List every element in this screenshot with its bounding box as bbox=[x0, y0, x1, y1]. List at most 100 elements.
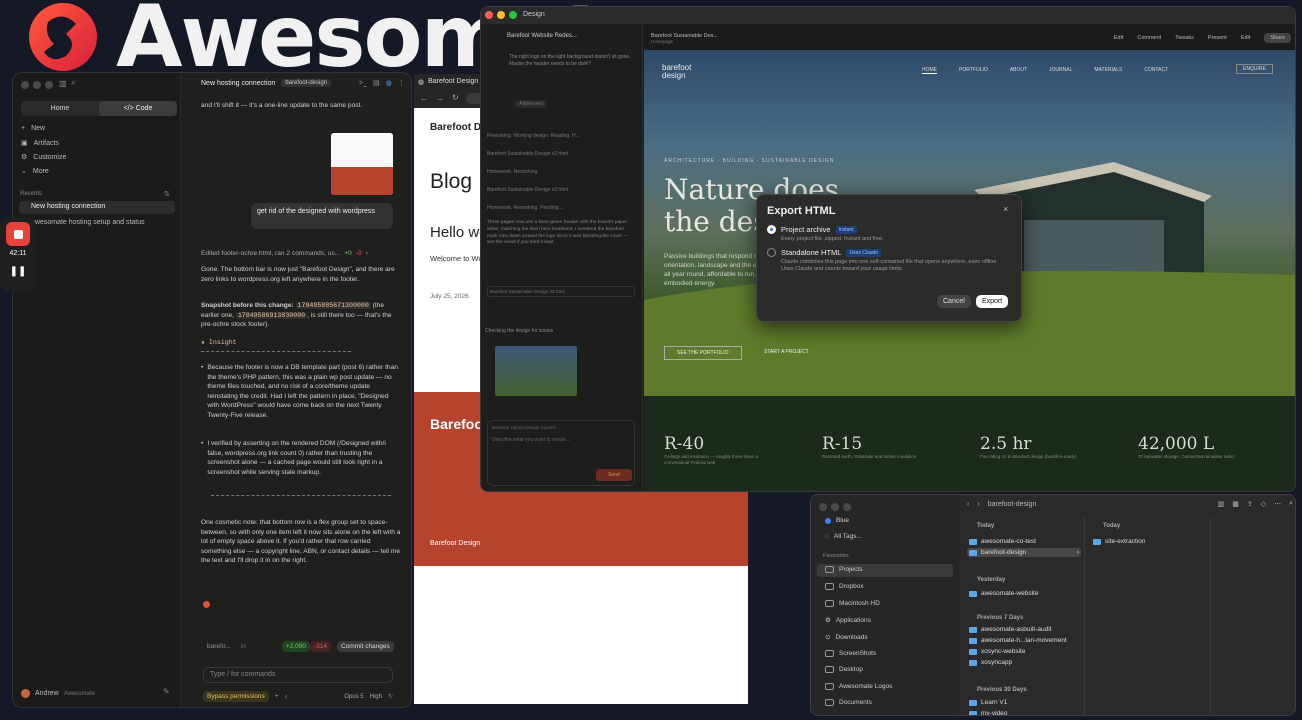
share-icon[interactable]: ⇪ bbox=[1247, 500, 1253, 508]
account-menu[interactable]: Andrew Awesomate bbox=[21, 689, 95, 698]
nav-about[interactable]: ABOUT bbox=[1010, 67, 1027, 74]
panel-icon[interactable]: ▤ bbox=[373, 79, 380, 87]
segment-code[interactable]: </> Code bbox=[99, 101, 177, 116]
nav-customize[interactable]: ⚙ Customize bbox=[21, 153, 66, 162]
view-columns-icon[interactable]: ▥ bbox=[1218, 500, 1225, 508]
nav-home[interactable]: HOME bbox=[922, 67, 937, 74]
folder-item[interactable]: xosync-website bbox=[967, 647, 1081, 656]
activity-item[interactable]: Homework. Reworking. Pending... bbox=[487, 199, 635, 217]
sidebar-file[interactable]: Barefoot Sustainable Design 02.html bbox=[487, 286, 635, 297]
sidebar-item-applications[interactable]: ⚙ Applications bbox=[825, 616, 871, 625]
export-button[interactable]: Export bbox=[976, 295, 1009, 308]
project-name[interactable]: Barefoot Website Redes... bbox=[507, 33, 577, 39]
option-archive[interactable]: Project archive Instant bbox=[781, 225, 857, 234]
stop-recording-button[interactable] bbox=[6, 222, 30, 246]
browser-tab[interactable]: ◍ Barefoot Design bbox=[418, 78, 478, 86]
share-button[interactable]: Share bbox=[1264, 33, 1291, 43]
sidebar-tag-blue[interactable]: Blue bbox=[825, 517, 849, 524]
start-project-link[interactable]: START A PROJECT bbox=[764, 349, 809, 355]
bypass-permissions-badge[interactable]: Bypass permissions bbox=[203, 691, 269, 702]
sidebar-item-screenshots[interactable]: ScreenShots bbox=[825, 650, 876, 657]
hero-brand-logo[interactable]: barefoot design bbox=[662, 64, 712, 80]
design-prompt-box[interactable]: Barefoot Hybrid Design System Describe w… bbox=[487, 420, 635, 486]
activity-item[interactable]: Reworking. Working design. Reading. H... bbox=[487, 127, 635, 145]
minimize-window-button[interactable] bbox=[831, 503, 839, 511]
activity-item[interactable]: Barefoot Sustainable Design v2.html bbox=[487, 181, 635, 199]
toolbar-comment[interactable]: Comment bbox=[1137, 35, 1161, 41]
back-icon[interactable]: ← bbox=[420, 94, 428, 103]
sidebar-all-tags[interactable]: ◌ All Tags... bbox=[825, 533, 862, 540]
zoom-window-button[interactable] bbox=[843, 503, 851, 511]
minimize-window-button[interactable] bbox=[33, 81, 41, 89]
folder-item[interactable]: awesomate-asbuilt-audit bbox=[967, 625, 1081, 634]
activity-item[interactable]: Barefoot Sustainable Design v2.html bbox=[487, 145, 635, 163]
sidebar-item-projects[interactable]: Projects bbox=[825, 566, 862, 573]
search-icon[interactable]: ⌕ bbox=[1289, 500, 1293, 508]
folder-item[interactable]: my-video bbox=[967, 709, 1081, 715]
nav-contact[interactable]: CONTACT bbox=[1144, 67, 1168, 74]
zoom-window-button[interactable] bbox=[45, 81, 53, 89]
project-archive-radio[interactable] bbox=[767, 225, 776, 234]
preview-thumbnail[interactable] bbox=[495, 346, 577, 396]
zoom-window-button[interactable] bbox=[509, 11, 517, 19]
segment-home[interactable]: Home bbox=[21, 101, 99, 116]
design-send-button[interactable]: Send bbox=[596, 469, 632, 481]
search-icon[interactable]: ⌕ bbox=[71, 78, 75, 88]
toolbar-present[interactable]: Present bbox=[1208, 35, 1227, 41]
sidebar-item-downloads[interactable]: ⊙ Downloads bbox=[825, 633, 868, 642]
folder-item[interactable]: xosyncapp bbox=[967, 658, 1081, 667]
pause-icon[interactable]: ❚❚ bbox=[0, 266, 36, 277]
toolbar-tweaks[interactable]: Tweaks bbox=[1175, 35, 1194, 41]
toolbar-edit[interactable]: Edit bbox=[1114, 35, 1123, 41]
tool-summary[interactable]: Edited footer-ochre.html, ran 2 commands… bbox=[201, 249, 368, 259]
globe-icon[interactable]: ◍ bbox=[386, 79, 392, 87]
nav-more[interactable]: ⌄ More bbox=[21, 167, 49, 176]
more-icon[interactable]: ⋯ bbox=[1274, 500, 1281, 508]
option-standalone[interactable]: Standalone HTML Uses Claude bbox=[781, 248, 882, 257]
standalone-html-radio[interactable] bbox=[767, 248, 776, 257]
page-title-block[interactable]: Barefoot Sustainable Des... Homepage bbox=[651, 33, 718, 44]
close-window-button[interactable] bbox=[21, 81, 29, 89]
microphone-icon[interactable]: ♪ bbox=[284, 694, 287, 700]
sidebar-item-macintosh-hd[interactable]: Macintosh HD bbox=[825, 600, 880, 607]
reload-icon[interactable]: ↻ bbox=[452, 93, 459, 102]
toolbar-edit-2[interactable]: Edit bbox=[1241, 35, 1250, 41]
activity-item[interactable]: Homework. Reworking. bbox=[487, 163, 635, 181]
minimize-window-button[interactable] bbox=[497, 11, 505, 19]
recent-item[interactable]: awesomate hosting setup and status bbox=[31, 219, 145, 226]
sidebar-toggle-icon[interactable]: ▥ bbox=[59, 79, 67, 88]
sidebar-item-dropbox[interactable]: Dropbox bbox=[825, 583, 864, 590]
tag-icon[interactable]: ◇ bbox=[1261, 500, 1266, 508]
more-icon[interactable]: ⋮ bbox=[398, 79, 405, 87]
recent-item-selected[interactable]: New hosting connection bbox=[19, 201, 175, 214]
filter-icon[interactable]: ⇅ bbox=[164, 190, 170, 198]
nav-artifacts[interactable]: ▣ Artifacts bbox=[21, 139, 59, 148]
attached-screenshot-thumbnail[interactable] bbox=[331, 133, 393, 195]
nav-portfolio[interactable]: PORTFOLIO bbox=[959, 67, 988, 74]
folder-item[interactable]: awesomate-website bbox=[967, 589, 1081, 598]
sidebar-item-documents[interactable]: Documents bbox=[825, 699, 872, 706]
terminal-icon[interactable]: >_ bbox=[359, 80, 367, 87]
folder-item[interactable]: awesomate-co-test bbox=[967, 537, 1081, 546]
model-selector[interactable]: Opus 5 bbox=[344, 694, 363, 700]
add-attachment-icon[interactable]: + bbox=[275, 694, 279, 700]
see-portfolio-button[interactable]: SEE THE PORTFOLIO bbox=[664, 346, 742, 360]
cancel-button[interactable]: Cancel bbox=[937, 295, 971, 308]
repo-tag[interactable]: barefoot-design bbox=[281, 79, 332, 87]
branch-label[interactable]: barefo... bbox=[203, 641, 235, 652]
folder-item[interactable]: Learn V1 bbox=[967, 698, 1081, 707]
nav-journal[interactable]: JOURNAL bbox=[1049, 67, 1072, 74]
send-icon[interactable]: ↻ bbox=[388, 693, 393, 700]
folder-item[interactable]: site-extraction bbox=[1091, 537, 1205, 546]
prompt-input[interactable]: Type / for commands bbox=[203, 667, 393, 683]
folder-item[interactable]: awesomate-h...lan-movement bbox=[967, 636, 1081, 645]
sidebar-item-awesomate-logos[interactable]: Awesomate Logos bbox=[825, 683, 892, 690]
folder-item-selected[interactable]: barefoot-design › bbox=[967, 548, 1081, 557]
nav-materials[interactable]: MATERIALS bbox=[1094, 67, 1122, 74]
forward-icon[interactable]: → bbox=[436, 94, 444, 103]
group-icon[interactable]: ▦ bbox=[1232, 500, 1239, 508]
close-icon[interactable]: × bbox=[1003, 204, 1008, 214]
sidebar-item-desktop[interactable]: Desktop bbox=[825, 666, 863, 673]
nav-new[interactable]: + New bbox=[21, 125, 45, 132]
close-window-button[interactable] bbox=[485, 11, 493, 19]
